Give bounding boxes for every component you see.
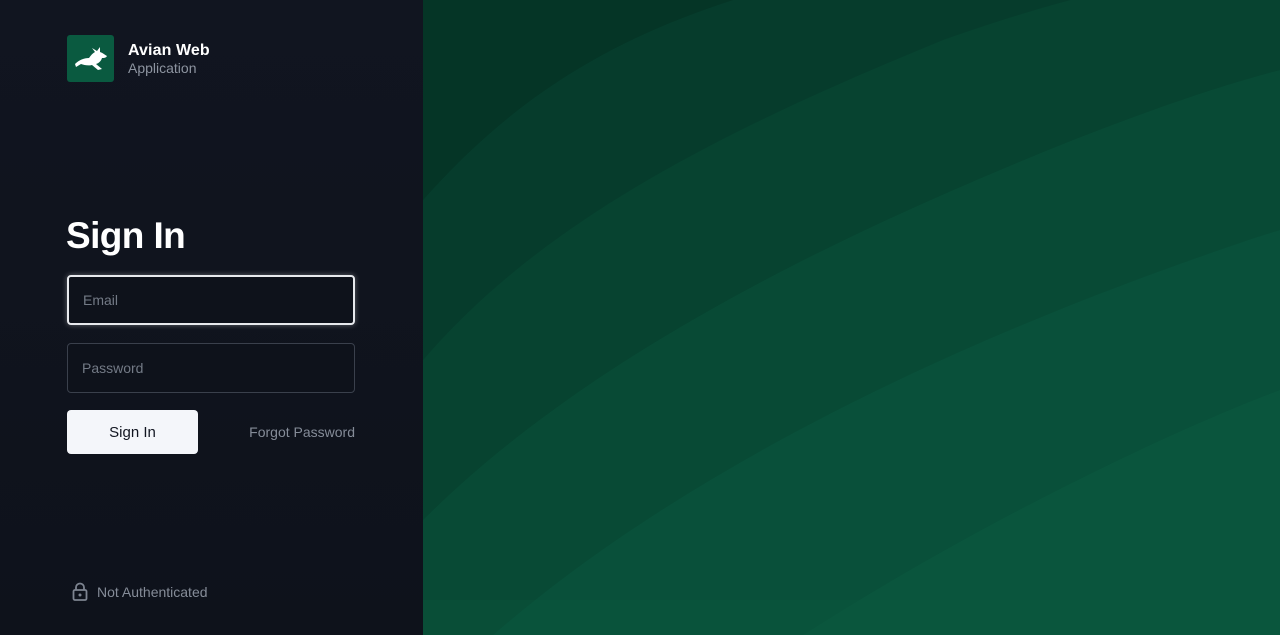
auth-status: Not Authenticated: [72, 582, 208, 601]
login-page: Avian Web Application Sign In Sign In Fo…: [0, 0, 1280, 635]
app-logo: [67, 35, 114, 82]
hero-background: [423, 0, 1280, 635]
app-title: Avian Web: [128, 41, 210, 59]
sign-in-button[interactable]: Sign In: [67, 410, 198, 454]
hero-panel: [423, 0, 1280, 635]
rabbit-icon: [74, 46, 107, 70]
lock-icon: [72, 582, 88, 601]
forgot-password-link[interactable]: Forgot Password: [249, 424, 355, 440]
page-title: Sign In: [66, 215, 186, 256]
brand-text: Avian Web Application: [128, 41, 210, 77]
app-subtitle: Application: [128, 59, 197, 76]
brand: Avian Web Application: [67, 35, 210, 82]
password-field[interactable]: [67, 343, 355, 393]
login-panel: Avian Web Application Sign In Sign In Fo…: [0, 0, 423, 635]
email-field[interactable]: [67, 275, 355, 325]
auth-status-label: Not Authenticated: [97, 583, 208, 600]
